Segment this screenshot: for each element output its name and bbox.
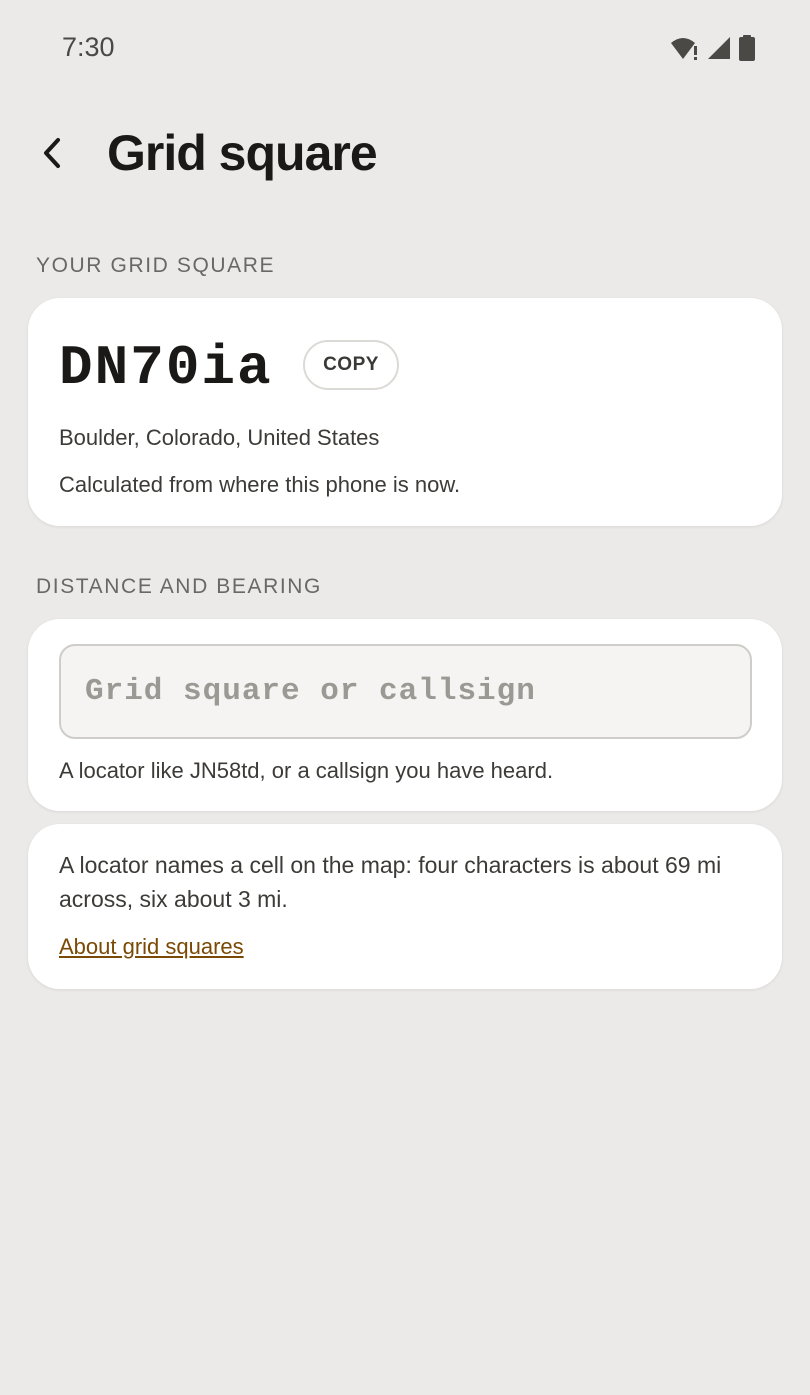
distance-card: A locator like JN58td, or a callsign you…: [28, 619, 782, 811]
status-time: 7:30: [62, 32, 115, 62]
section-label-your-grid: YOUR GRID SQUARE: [36, 254, 276, 277]
locator-helper-text: A locator like JN58td, or a callsign you…: [59, 758, 554, 783]
about-grid-squares-link[interactable]: About grid squares: [59, 934, 244, 960]
section-label-distance: DISTANCE AND BEARING: [36, 575, 322, 598]
info-card: A locator names a cell on the map: four …: [28, 824, 782, 989]
copy-button[interactable]: COPY: [303, 340, 399, 390]
info-text: A locator names a cell on the map: four …: [59, 852, 722, 912]
location-note: Calculated from where this phone is now.: [59, 472, 461, 497]
page-title: Grid square: [107, 125, 378, 181]
back-button[interactable]: [28, 128, 78, 178]
your-grid-card: DN70ia COPY Boulder, Colorado, United St…: [28, 298, 782, 526]
grid-square-code: DN70ia: [59, 336, 273, 400]
chevron-left-icon: [44, 138, 60, 168]
status-bar: 7:30: [0, 0, 810, 96]
status-icons: [670, 34, 756, 62]
cell-signal-icon: [708, 37, 730, 59]
battery-icon: [739, 35, 755, 61]
wifi-alert-icon: [671, 38, 697, 60]
location-text: Boulder, Colorado, United States: [59, 425, 380, 450]
locator-input[interactable]: [59, 644, 752, 739]
app-bar: Grid square: [0, 110, 810, 200]
